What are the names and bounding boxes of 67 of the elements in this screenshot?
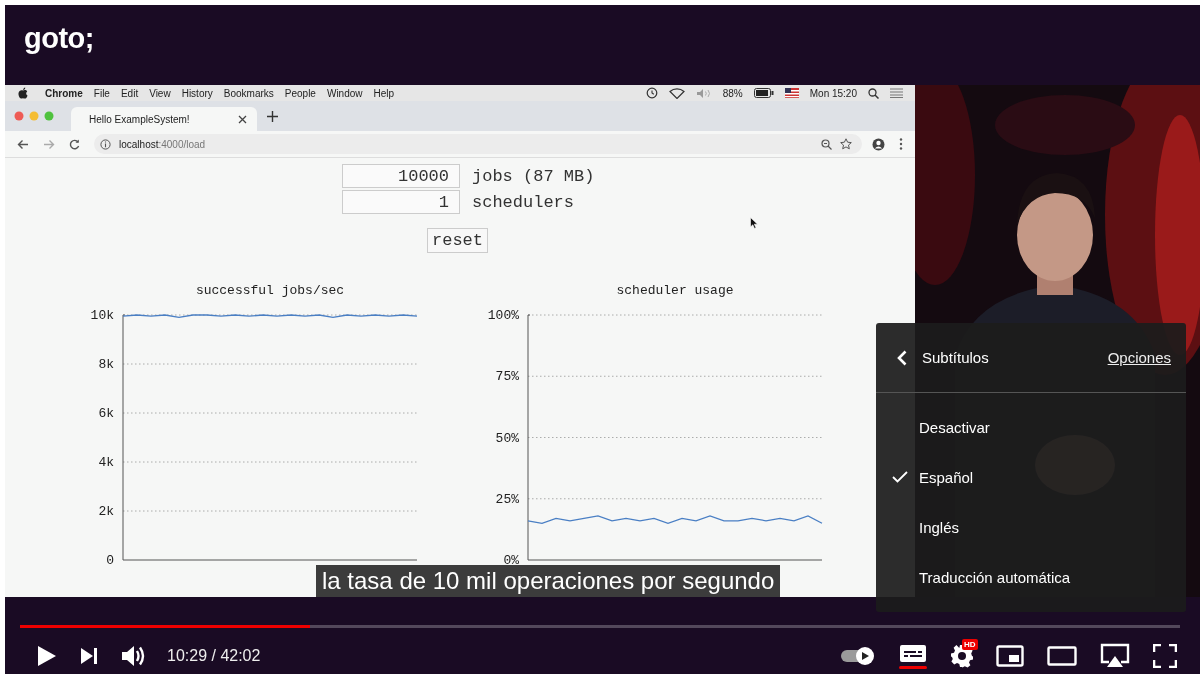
subtitles-icon[interactable] [899, 643, 927, 669]
close-icon[interactable] [238, 114, 247, 124]
menu-item[interactable]: Bookmarks [223, 87, 274, 99]
cast-icon[interactable] [1100, 643, 1130, 669]
tick-label: 75% [495, 369, 519, 385]
channel-logo: goto; [24, 21, 94, 55]
menu-option[interactable]: Traducción automática [876, 552, 1186, 602]
tick-label: 2k [98, 504, 114, 519]
reset-button[interactable]: reset [427, 228, 488, 253]
chart-title: scheduler usage [616, 283, 734, 298]
autoplay-toggle[interactable] [840, 646, 876, 666]
tick-label: 0 [106, 553, 114, 568]
tick-label: 50% [495, 430, 519, 446]
next-icon[interactable] [80, 647, 98, 665]
menu-item[interactable]: Window [326, 87, 363, 99]
time-display: 10:29 / 42:02 [167, 647, 261, 665]
subtitle-caption: la tasa de 10 mil operaciones por segundo [316, 565, 781, 597]
back-icon[interactable] [17, 138, 29, 150]
chart-title: successful jobs/sec [195, 283, 345, 298]
tick-label: 10k [90, 308, 114, 323]
flag-icon[interactable] [784, 88, 799, 98]
reload-icon[interactable] [69, 138, 80, 150]
menu-clock: Mon 15:20 [809, 87, 857, 99]
tick-label: 8k [98, 357, 114, 372]
menu-item[interactable]: File [93, 87, 110, 99]
hd-badge: HD [962, 639, 978, 650]
menu-item[interactable]: View [149, 87, 171, 99]
menu-item[interactable]: People [284, 87, 316, 99]
more-icon[interactable] [899, 138, 903, 150]
number-field[interactable]: 1 [342, 190, 460, 214]
zoom-icon[interactable] [821, 138, 832, 150]
number-field[interactable]: 10000 [342, 164, 460, 188]
menu-option[interactable]: Desactivar [876, 402, 1186, 452]
menu-item[interactable]: Edit [120, 87, 139, 99]
list-icon[interactable] [890, 88, 903, 98]
menu-item[interactable]: History [181, 87, 213, 99]
battery-percent: 88% [722, 87, 743, 99]
cursor-icon [750, 217, 758, 229]
tick-label: 25% [495, 491, 519, 507]
theater-mode-icon[interactable] [1047, 646, 1077, 666]
tick-label: 4k [98, 455, 114, 470]
field-label: jobs (87 MB) [472, 166, 595, 186]
play-icon[interactable] [37, 645, 57, 667]
menu-item[interactable]: Chrome [45, 87, 83, 99]
tick-label: 100% [487, 308, 519, 323]
account-icon[interactable] [872, 137, 885, 151]
field-label: schedulers [472, 192, 575, 212]
battery-icon[interactable] [753, 88, 774, 98]
volume-icon[interactable] [121, 644, 147, 668]
menu-option[interactable]: Español [876, 452, 1186, 502]
clock-icon[interactable] [645, 87, 658, 99]
fullscreen-icon[interactable] [1153, 644, 1177, 668]
miniplayer-icon[interactable] [996, 645, 1024, 667]
menu-option[interactable]: Inglés [876, 502, 1186, 552]
wifi-icon[interactable] [668, 87, 685, 99]
star-icon[interactable] [840, 138, 852, 150]
new-tab-icon[interactable] [267, 110, 278, 122]
info-icon [100, 138, 111, 150]
options-link[interactable]: Opciones [1107, 349, 1171, 366]
tick-label: 0% [503, 553, 519, 568]
search-icon[interactable] [868, 87, 879, 99]
menu-item[interactable]: Help [373, 87, 395, 99]
browser-tab[interactable]: Hello ExampleSystem! [71, 107, 257, 131]
address-bar[interactable]: localhost:4000/load [94, 134, 862, 154]
tick-label: 6k [98, 406, 114, 421]
apple-icon[interactable] [18, 87, 28, 99]
menu-title: Subtítulos [922, 349, 989, 366]
